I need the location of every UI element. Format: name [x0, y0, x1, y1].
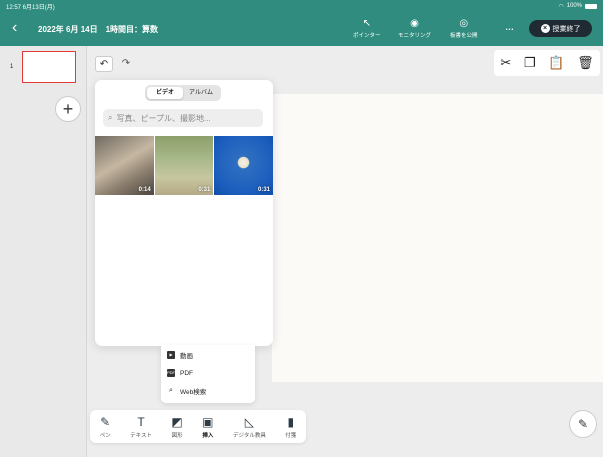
video-duration: 0:14	[138, 187, 151, 193]
search-input[interactable]: ⌕ 写真、ピープル、撮影地...	[103, 109, 263, 127]
undo-button[interactable]: ↶	[95, 56, 113, 72]
page-thumbnail[interactable]	[22, 51, 76, 83]
tab-album[interactable]: アルバム	[183, 87, 219, 99]
tool-insert[interactable]: ▣ 挿入	[202, 415, 213, 439]
add-page-button[interactable]: +	[55, 96, 81, 122]
ruler-icon: ◺	[244, 414, 254, 429]
close-icon: ×	[540, 24, 550, 33]
menu-item-video[interactable]: ▶ 動画	[167, 349, 193, 361]
bookmark-icon: ▮	[287, 414, 295, 429]
menu-item-label: 動画	[180, 353, 193, 360]
tool-label: ペン	[99, 432, 111, 439]
page-title: 2022年 6月 14日 1時間目：算数	[38, 25, 159, 34]
menu-item-label: Web検索	[180, 389, 207, 396]
insert-menu: ▶ 動画 PDF PDF ⌕ Web検索	[161, 345, 255, 403]
video-duration: 0:31	[258, 187, 271, 193]
pointer-label: ポインター	[353, 33, 381, 39]
edit-toolbar: ✂ ❐ 📋 🗑	[494, 50, 600, 76]
pdf-icon: PDF	[167, 369, 175, 377]
status-bar: 12:57 6月13日(月) ◠ 100%	[0, 0, 603, 12]
more-button[interactable]: …	[505, 22, 514, 32]
tool-pen[interactable]: ✎ ペン	[100, 415, 111, 439]
tool-label: テキスト	[130, 432, 152, 439]
status-right: ◠ 100%	[558, 3, 597, 10]
wifi-icon: ◠	[558, 3, 564, 10]
battery-icon	[585, 3, 597, 9]
tab-video[interactable]: ビデオ	[147, 87, 183, 99]
shape-icon: ◩	[171, 414, 183, 429]
status-time: 12:57 6月13日(月)	[6, 4, 55, 11]
video-thumbnail[interactable]: 0:31	[154, 136, 214, 195]
text-icon: T	[137, 414, 145, 429]
pointer-icon: ↖	[362, 18, 371, 29]
image-icon: ▣	[202, 414, 214, 429]
picker-segmented-control: ビデオ アルバム	[145, 85, 221, 101]
app-header: ‹ 2022年 6月 14日 1時間目：算数 ↖ ポインター ◉ モニタリング …	[0, 12, 603, 46]
menu-item-web-search[interactable]: ⌕ Web検索	[167, 385, 206, 397]
back-button[interactable]: ‹	[12, 20, 17, 36]
bottom-toolbar: ✎ ペン T テキスト ◩ 図形 ▣ 挿入 ◺ デジタル教具 ▮ 付箋	[90, 410, 306, 443]
video-thumbnail[interactable]: 0:31	[214, 136, 273, 195]
video-grid: 0:14 0:31 0:31	[95, 136, 273, 195]
end-class-label: 授業終了	[552, 25, 581, 33]
trash-icon[interactable]: 🗑	[577, 55, 594, 71]
menu-item-pdf[interactable]: PDF PDF	[167, 367, 193, 379]
redo-button[interactable]: ↷	[117, 56, 135, 72]
monitoring-button[interactable]: ◉ モニタリング	[398, 18, 431, 39]
menu-item-label: PDF	[180, 369, 193, 377]
monitoring-label: モニタリング	[398, 33, 432, 39]
monitoring-icon: ◉	[410, 18, 419, 29]
scissors-icon[interactable]: ✂	[500, 55, 511, 71]
tool-label: 挿入	[202, 432, 214, 439]
eye-icon: ◎	[459, 18, 469, 29]
search-icon: ⌕	[108, 113, 113, 122]
end-class-button[interactable]: × 授業終了	[529, 20, 592, 37]
tool-text[interactable]: T テキスト	[130, 415, 152, 439]
page-number: 1	[10, 64, 14, 70]
copy-icon[interactable]: ❐	[524, 55, 536, 71]
battery-label: 100%	[566, 3, 582, 9]
tool-label: 図形	[171, 432, 183, 439]
note-edit-button[interactable]: ✎	[569, 410, 597, 438]
video-thumbnail[interactable]: 0:14	[95, 136, 154, 195]
tool-sticky-note[interactable]: ▮ 付箋	[285, 415, 296, 439]
search-icon: ⌕	[169, 387, 173, 394]
tool-label: 付箋	[285, 432, 297, 439]
publish-board-button[interactable]: ◎ 板書を公開	[450, 18, 478, 39]
board-paper[interactable]	[272, 94, 603, 382]
pen-icon: ✎	[100, 414, 111, 429]
tool-shape[interactable]: ◩ 図形	[171, 415, 182, 439]
media-picker: ビデオ アルバム ⌕ 写真、ピープル、撮影地... 0:14 0:31 0:31	[95, 80, 273, 346]
tool-label: デジタル教具	[232, 432, 266, 439]
tool-digital-tools[interactable]: ◺ デジタル教具	[233, 415, 266, 439]
video-icon: ▶	[167, 351, 175, 359]
publish-board-label: 板書を公開	[450, 33, 478, 39]
pointer-button[interactable]: ↖ ポインター	[353, 18, 381, 39]
paste-icon[interactable]: 📋	[548, 55, 564, 71]
search-placeholder: 写真、ピープル、撮影地...	[116, 113, 211, 123]
video-duration: 0:31	[198, 187, 211, 193]
